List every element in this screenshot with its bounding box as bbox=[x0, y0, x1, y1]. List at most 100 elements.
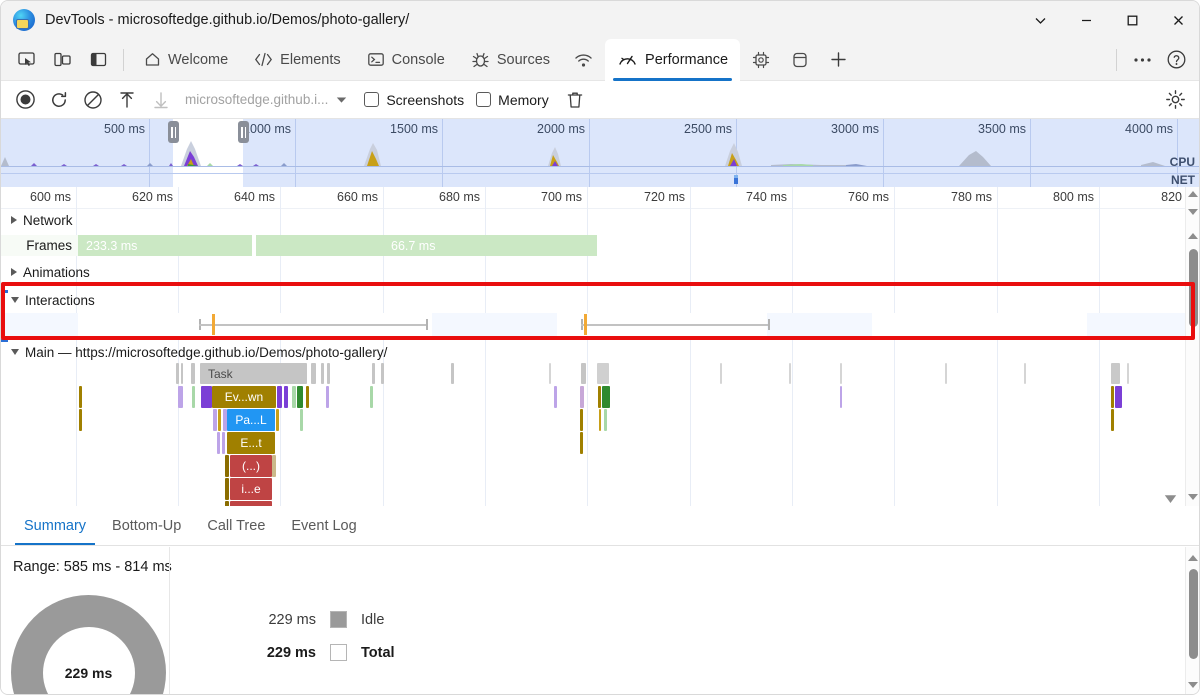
activity-donut-chart[interactable]: 229 ms bbox=[11, 595, 166, 694]
no-entry-icon[interactable] bbox=[77, 86, 109, 114]
maximize-window-button[interactable] bbox=[1109, 1, 1155, 39]
chevron-right-icon[interactable] bbox=[11, 268, 17, 276]
track-animations-header[interactable]: Animations bbox=[1, 261, 1187, 283]
flame-bar[interactable] bbox=[381, 363, 384, 384]
tab-event-log[interactable]: Event Log bbox=[278, 506, 369, 545]
summary-scrollbar[interactable] bbox=[1185, 547, 1199, 694]
flame-bar[interactable] bbox=[225, 478, 229, 500]
flame-bar[interactable] bbox=[191, 363, 195, 384]
track-network[interactable]: Network bbox=[1, 209, 1187, 231]
tab-summary[interactable]: Summary bbox=[11, 506, 99, 545]
track-frames[interactable]: 233.3 ms 66.7 ms Frames bbox=[1, 235, 1187, 256]
flame-bar[interactable] bbox=[580, 409, 583, 431]
chevron-down-icon[interactable] bbox=[11, 349, 19, 355]
flame-bar[interactable] bbox=[580, 386, 584, 408]
interactions-strip[interactable] bbox=[1, 313, 1187, 337]
scroll-thumb[interactable] bbox=[1188, 249, 1198, 327]
flame-bar[interactable] bbox=[225, 455, 229, 477]
ellipsis-icon[interactable] bbox=[1125, 44, 1159, 76]
question-circle-icon[interactable] bbox=[1159, 44, 1193, 76]
tab-elements[interactable]: Elements bbox=[242, 39, 352, 81]
flame-bar-parse[interactable]: Pa...L bbox=[227, 409, 275, 431]
inspect-cursor-icon[interactable] bbox=[9, 44, 43, 76]
flame-bar[interactable] bbox=[597, 363, 609, 384]
more-window-options-button[interactable] bbox=[1017, 1, 1063, 39]
flame-bar[interactable] bbox=[580, 432, 583, 454]
interaction-duration-bar[interactable] bbox=[581, 324, 770, 326]
flame-bar[interactable] bbox=[217, 432, 220, 454]
tab-performance[interactable]: Performance bbox=[605, 38, 741, 81]
flame-bar[interactable] bbox=[1024, 363, 1026, 384]
chevron-down-icon[interactable] bbox=[11, 297, 19, 303]
flame-bar[interactable] bbox=[79, 386, 82, 408]
scroll-down-arrow[interactable] bbox=[1186, 490, 1199, 504]
flame-bar[interactable] bbox=[602, 386, 610, 408]
flame-bar[interactable] bbox=[178, 386, 183, 408]
track-interactions-header[interactable]: Interactions bbox=[1, 289, 1187, 311]
scroll-up-arrow[interactable] bbox=[1186, 229, 1199, 243]
chevron-right-icon[interactable] bbox=[11, 216, 17, 224]
frame-block[interactable]: 233.3 ms bbox=[78, 235, 254, 256]
flame-bar[interactable] bbox=[1111, 363, 1120, 384]
flame-bar[interactable] bbox=[213, 409, 217, 431]
flame-bar[interactable] bbox=[840, 386, 842, 408]
track-main-header[interactable]: Main — https://microsoftedge.github.io/D… bbox=[1, 341, 1187, 363]
expand-down-icon[interactable] bbox=[1164, 491, 1177, 506]
flame-bar[interactable] bbox=[201, 386, 212, 408]
upload-arrow-icon[interactable] bbox=[111, 86, 143, 114]
interaction-event-marker[interactable] bbox=[584, 314, 587, 335]
device-toggle-icon[interactable] bbox=[45, 44, 79, 76]
flame-bar[interactable] bbox=[272, 455, 276, 477]
flame-bar[interactable] bbox=[306, 386, 309, 408]
flame-bar[interactable] bbox=[1115, 386, 1122, 408]
flame-bar[interactable] bbox=[554, 386, 557, 408]
frame-block[interactable]: 66.7 ms bbox=[256, 235, 597, 256]
flame-bar[interactable] bbox=[549, 363, 551, 384]
flame-bar[interactable] bbox=[370, 386, 373, 408]
timeline-tracks[interactable]: Network 233.3 ms 66.7 ms Frames Animatio… bbox=[1, 209, 1187, 506]
timeline-overview[interactable]: 500 ms 1000 ms 1500 ms 2000 ms 2500 ms 3… bbox=[1, 119, 1199, 187]
flame-bar[interactable] bbox=[581, 363, 586, 384]
scroll-down-arrow[interactable] bbox=[1186, 678, 1199, 692]
tracks-scrollbar[interactable] bbox=[1185, 187, 1199, 506]
tab-memory[interactable] bbox=[742, 39, 780, 81]
flame-bar[interactable] bbox=[789, 363, 791, 384]
dock-panel-icon[interactable] bbox=[81, 44, 115, 76]
tab-call-tree[interactable]: Call Tree bbox=[194, 506, 278, 545]
flame-bar[interactable] bbox=[945, 363, 947, 384]
flame-bar[interactable] bbox=[79, 409, 82, 431]
flame-bar[interactable] bbox=[192, 386, 195, 408]
legend-row-total[interactable]: 229 ms Total bbox=[236, 636, 395, 669]
timeline-ruler[interactable]: 600 ms 620 ms 640 ms 660 ms 680 ms 700 m… bbox=[1, 187, 1199, 508]
flame-bar[interactable] bbox=[321, 363, 324, 384]
tab-console[interactable]: Console bbox=[355, 39, 457, 81]
flame-bar[interactable] bbox=[297, 386, 303, 408]
download-arrow-icon[interactable] bbox=[145, 86, 177, 114]
minimize-window-button[interactable] bbox=[1063, 1, 1109, 39]
flame-bar[interactable] bbox=[277, 386, 282, 408]
flame-bar[interactable] bbox=[604, 409, 607, 431]
flame-bar-evaluate[interactable]: E...t bbox=[227, 432, 275, 454]
overview-window-right-handle[interactable] bbox=[238, 121, 249, 143]
overview-window-left-handle[interactable] bbox=[168, 121, 179, 143]
tab-network[interactable] bbox=[564, 39, 603, 81]
track-network-header[interactable]: Network bbox=[1, 209, 1187, 231]
flame-bar[interactable] bbox=[1127, 363, 1129, 384]
flame-bar[interactable] bbox=[1111, 386, 1114, 408]
legend-row-idle[interactable]: 229 ms Idle bbox=[236, 603, 395, 636]
flame-bar[interactable] bbox=[451, 363, 454, 384]
flame-bar[interactable] bbox=[326, 386, 329, 408]
chevron-down-icon[interactable] bbox=[330, 88, 352, 112]
main-flame-chart[interactable]: Task Ev...wn Pa...L E...t (...) i...e bbox=[1, 363, 1187, 506]
flame-bar[interactable] bbox=[218, 409, 221, 431]
flame-bar[interactable] bbox=[372, 363, 375, 384]
flame-bar[interactable] bbox=[292, 386, 296, 408]
scroll-up-arrow[interactable] bbox=[1186, 551, 1199, 565]
flame-bar[interactable] bbox=[176, 363, 179, 384]
flame-bar[interactable] bbox=[599, 409, 601, 431]
track-main[interactable]: Main — https://microsoftedge.github.io/D… bbox=[1, 341, 1187, 506]
flame-bar[interactable] bbox=[598, 386, 601, 408]
tab-application[interactable] bbox=[782, 39, 818, 81]
flame-bar[interactable] bbox=[222, 432, 225, 454]
reload-icon[interactable] bbox=[43, 86, 75, 114]
